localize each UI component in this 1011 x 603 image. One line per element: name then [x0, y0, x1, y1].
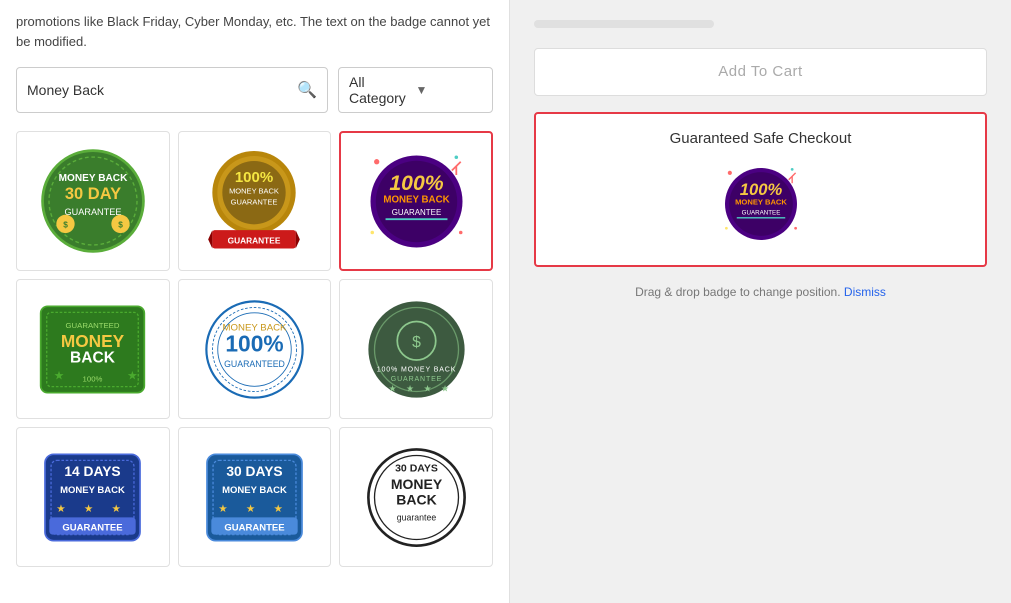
svg-text:GUARANTEE: GUARANTEE [63, 522, 123, 533]
svg-text:★: ★ [127, 368, 138, 382]
svg-text:100%: 100% [225, 330, 283, 356]
svg-text:14 DAYS: 14 DAYS [65, 462, 121, 478]
right-panel: Add To Cart Guaranteed Safe Checkout 100… [510, 0, 1011, 603]
badge-item[interactable]: GUARANTEED MONEY BACK ★ ★ 100% [16, 279, 170, 419]
search-box[interactable]: 🔍 [16, 67, 328, 113]
svg-text:GUARANTEE: GUARANTEE [391, 207, 441, 216]
badge-item[interactable]: 14 DAYS MONEY BACK ★ ★ ★ GUARANTEE [16, 427, 170, 567]
svg-text:GUARANTEE: GUARANTEE [224, 522, 284, 533]
svg-text:MONEY BACK: MONEY BACK [383, 194, 449, 205]
svg-text:$: $ [118, 221, 123, 230]
svg-text:MONEY: MONEY [61, 330, 125, 350]
search-row: 🔍 All Category ▼ [16, 67, 493, 113]
dismiss-link[interactable]: Dismiss [844, 285, 886, 299]
svg-text:100%: 100% [235, 169, 273, 186]
badge-item[interactable]: MONEY BACK 100% GUARANTEED [178, 279, 332, 419]
category-label: All Category [349, 74, 416, 106]
badge-item[interactable]: 100% MONEY BACK GUARANTEE [339, 131, 493, 271]
svg-text:30 DAY: 30 DAY [65, 185, 121, 203]
dismiss-text: Drag & drop badge to change position. Di… [534, 283, 987, 301]
badge-item[interactable]: 100% MONEY BACK GUARANTEE GUARANTEE [178, 131, 332, 271]
svg-text:★: ★ [273, 504, 282, 515]
svg-text:GUARANTEE: GUARANTEE [231, 197, 278, 206]
svg-text:MONEY BACK: MONEY BACK [58, 173, 127, 184]
svg-text:MONEY BACK: MONEY BACK [230, 187, 280, 196]
svg-text:BACK: BACK [70, 349, 116, 366]
svg-text:★: ★ [388, 383, 396, 393]
search-input[interactable] [27, 82, 297, 98]
svg-text:MONEY: MONEY [390, 475, 442, 491]
svg-text:MONEY BACK: MONEY BACK [222, 485, 287, 496]
svg-text:$: $ [412, 333, 421, 350]
svg-text:★: ★ [423, 383, 431, 393]
svg-text:guarantee: guarantee [396, 512, 436, 522]
svg-text:GUARANTEE: GUARANTEE [741, 209, 780, 216]
svg-text:★: ★ [57, 504, 66, 515]
search-icon[interactable]: 🔍 [297, 80, 317, 100]
svg-text:100% MONEY BACK: 100% MONEY BACK [376, 366, 456, 373]
checkout-title: Guaranteed Safe Checkout [670, 130, 852, 147]
svg-text:GUARANTEE: GUARANTEE [228, 236, 281, 246]
add-to-cart-button[interactable]: Add To Cart [718, 63, 802, 80]
svg-text:★: ★ [246, 504, 255, 515]
add-to-cart-bar[interactable]: Add To Cart [534, 48, 987, 96]
scroll-indicator [534, 20, 714, 28]
svg-text:★: ★ [441, 383, 449, 393]
svg-text:100%: 100% [389, 172, 443, 195]
svg-text:30 DAYS: 30 DAYS [226, 462, 282, 478]
svg-text:GUARANTEE: GUARANTEE [390, 376, 441, 383]
svg-text:$: $ [63, 221, 68, 230]
selected-badge-preview[interactable]: 100% MONEY BACK GUARANTEE [716, 159, 806, 249]
notice-text: promotions like Black Friday, Cyber Mond… [16, 0, 493, 67]
svg-text:GUARANTEED: GUARANTEED [224, 359, 285, 369]
svg-text:★: ★ [54, 368, 65, 382]
svg-text:100%: 100% [739, 180, 782, 199]
badge-item[interactable]: 30 DAYS MONEY BACK guarantee [339, 427, 493, 567]
left-panel: promotions like Black Friday, Cyber Mond… [0, 0, 510, 603]
svg-text:★: ★ [406, 383, 414, 393]
category-dropdown[interactable]: All Category ▼ [338, 67, 493, 113]
svg-text:★: ★ [218, 504, 227, 515]
svg-text:MONEY BACK: MONEY BACK [735, 198, 787, 207]
badge-item[interactable]: MONEY BACK 30 DAY GUARANTEE $ $ [16, 131, 170, 271]
badge-grid: MONEY BACK 30 DAY GUARANTEE $ $ 100% [16, 131, 493, 567]
svg-text:★: ★ [84, 504, 93, 515]
chevron-down-icon: ▼ [416, 83, 483, 97]
svg-text:★: ★ [112, 504, 121, 515]
svg-text:BACK: BACK [396, 491, 436, 507]
svg-text:MONEY BACK: MONEY BACK [60, 485, 125, 496]
svg-text:GUARANTEED: GUARANTEED [66, 320, 120, 329]
svg-text:GUARANTEE: GUARANTEE [64, 207, 121, 217]
checkout-section: Guaranteed Safe Checkout 100% MONEY BACK… [534, 112, 987, 267]
badge-item[interactable]: $ 100% MONEY BACK GUARANTEE ★ ★ ★ ★ [339, 279, 493, 419]
badge-item[interactable]: 30 DAYS MONEY BACK ★ ★ ★ GUARANTEE [178, 427, 332, 567]
svg-text:30 DAYS: 30 DAYS [395, 462, 438, 474]
svg-text:100%: 100% [83, 374, 103, 383]
